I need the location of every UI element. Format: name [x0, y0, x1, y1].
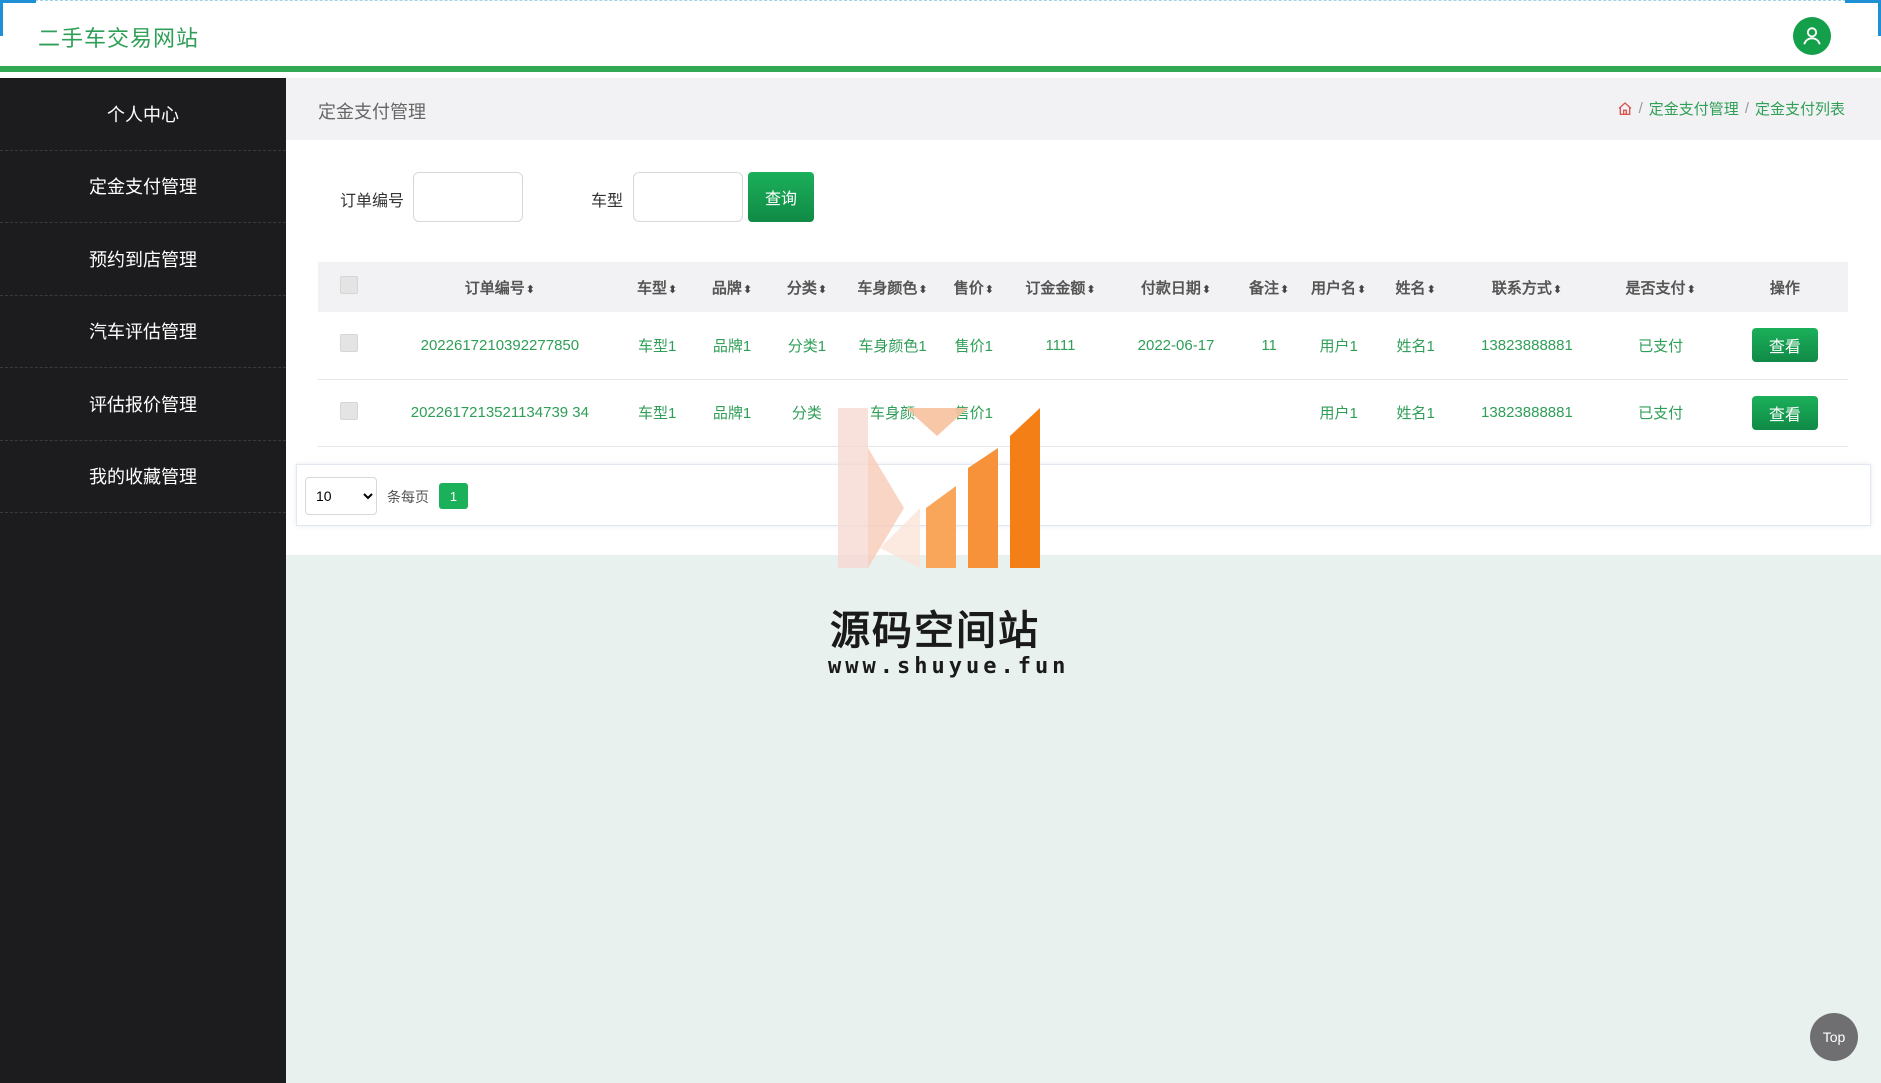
page-number-button[interactable]: 1 — [439, 483, 468, 509]
cell-name: 姓名1 — [1396, 337, 1435, 355]
cell-brand: 品牌1 — [712, 337, 752, 355]
cell-deposit — [1007, 379, 1114, 446]
header-order-no[interactable]: 订单编号⬍ — [380, 262, 620, 312]
header-username[interactable]: 用户名⬍ — [1300, 262, 1377, 312]
sort-icon[interactable]: ⬍ — [1357, 284, 1366, 296]
header-price[interactable]: 售价⬍ — [941, 262, 1007, 312]
header-paid[interactable]: 是否支付⬍ — [1600, 262, 1722, 312]
sidebar-item-deposit-payment[interactable]: 定金支付管理 — [0, 151, 286, 223]
header-name[interactable]: 姓名⬍ — [1377, 262, 1454, 312]
sort-icon[interactable]: ⬍ — [818, 284, 827, 296]
per-page-label: 条每页 — [387, 489, 429, 505]
sort-icon[interactable]: ⬍ — [918, 284, 927, 296]
cell-phone: 13823888881 — [1481, 404, 1573, 421]
cell-order-no: 2022617213521134739 34 — [410, 404, 589, 421]
sort-icon[interactable]: ⬍ — [1202, 284, 1211, 296]
cell-model: 车型1 — [637, 337, 677, 355]
breadcrumb-separator: / — [1744, 100, 1749, 117]
frame-corner-top-right — [1845, 0, 1881, 36]
row-checkbox[interactable] — [340, 334, 359, 353]
deposit-table: 订单编号⬍ 车型⬍ 品牌⬍ 分类⬍ 车身颜色⬍ 售价⬍ 订金金额⬍ 付款日期⬍ … — [318, 262, 1848, 447]
cell-category: 分类1 — [787, 337, 827, 355]
cell-model: 车型1 — [637, 405, 677, 422]
sort-icon[interactable]: ⬍ — [1427, 284, 1436, 296]
sort-icon[interactable]: ⬍ — [743, 284, 752, 296]
cell-name: 姓名1 — [1396, 405, 1435, 422]
order-number-input[interactable] — [413, 172, 523, 222]
home-icon[interactable] — [1617, 101, 1633, 117]
cell-note — [1238, 379, 1300, 446]
sort-icon[interactable]: ⬍ — [1687, 284, 1696, 296]
sidebar: 个人中心 定金支付管理 预约到店管理 汽车评估管理 评估报价管理 我的收藏管理 — [0, 78, 286, 1083]
user-icon[interactable] — [1793, 17, 1831, 55]
frame-corner-top-left — [0, 0, 36, 36]
header-model[interactable]: 车型⬍ — [620, 262, 695, 312]
breadcrumb-item-deposit-management[interactable]: 定金支付管理 — [1649, 98, 1739, 119]
cell-price: 售价1 — [954, 405, 993, 422]
breadcrumb-item-deposit-list[interactable]: 定金支付列表 — [1755, 98, 1845, 119]
cell-category: 分类 — [791, 405, 822, 422]
sidebar-item-favorites[interactable]: 我的收藏管理 — [0, 441, 286, 513]
order-number-label: 订单编号 — [340, 193, 405, 210]
cell-note: 11 — [1261, 336, 1277, 354]
cell-price: 售价1 — [954, 337, 993, 355]
cell-paid: 已支付 — [1638, 405, 1684, 422]
car-model-input[interactable] — [633, 172, 743, 222]
cell-order-no: 2022617210392277850 — [420, 336, 580, 354]
cell-phone: 13823888881 — [1481, 336, 1573, 354]
sidebar-item-personal-center[interactable]: 个人中心 — [0, 78, 286, 151]
site-title: 二手车交易网站 — [38, 26, 200, 51]
sort-icon[interactable]: ⬍ — [985, 284, 994, 296]
table-row: 2022617213521134739 34 车型1 品牌1 分类 车身颜 售价… — [318, 379, 1848, 446]
sort-icon[interactable]: ⬍ — [1553, 284, 1562, 296]
search-form: 订单编号 车型 查询 — [286, 172, 1286, 222]
sidebar-item-car-evaluation[interactable]: 汽车评估管理 — [0, 296, 286, 368]
breadcrumb-separator: / — [1638, 100, 1643, 117]
sidebar-item-quote[interactable]: 评估报价管理 — [0, 368, 286, 441]
sidebar-item-appointment[interactable]: 预约到店管理 — [0, 223, 286, 296]
header-brand[interactable]: 品牌⬍ — [695, 262, 770, 312]
sort-icon[interactable]: ⬍ — [526, 284, 535, 296]
header-action: 操作 — [1769, 279, 1800, 297]
back-to-top-button[interactable]: Top — [1810, 1013, 1858, 1061]
table-row: 2022617210392277850 车型1 品牌1 分类1 车身颜色1 售价… — [318, 312, 1848, 379]
page-title: 定金支付管理 — [318, 102, 426, 122]
cell-paid: 已支付 — [1638, 337, 1684, 355]
main-content: 定金支付管理 / 定金支付管理 / 定金支付列表 订单编号 车型 查询 订单编号… — [286, 78, 1881, 1083]
sort-icon[interactable]: ⬍ — [1280, 284, 1289, 296]
view-button[interactable]: 查看 — [1751, 395, 1818, 430]
view-button[interactable]: 查看 — [1751, 328, 1818, 363]
pagination: 10 条每页 1 — [296, 464, 1871, 526]
car-model-label: 车型 — [591, 193, 624, 210]
header-phone[interactable]: 联系方式⬍ — [1454, 262, 1600, 312]
sort-icon[interactable]: ⬍ — [1086, 284, 1095, 296]
cell-brand: 品牌1 — [712, 405, 752, 422]
select-all-checkbox[interactable] — [340, 276, 359, 294]
cell-color: 车身颜 — [870, 405, 916, 422]
sort-icon[interactable]: ⬍ — [668, 284, 677, 296]
header-deposit[interactable]: 订金金额⬍ — [1007, 262, 1114, 312]
page-size-select[interactable]: 10 — [305, 477, 377, 515]
header-category[interactable]: 分类⬍ — [769, 262, 844, 312]
breadcrumb-bar: 定金支付管理 / 定金支付管理 / 定金支付列表 — [286, 78, 1881, 140]
header-note[interactable]: 备注⬍ — [1238, 262, 1300, 312]
header-date[interactable]: 付款日期⬍ — [1114, 262, 1238, 312]
cell-username: 用户1 — [1319, 337, 1358, 355]
top-header: 二手车交易网站 — [0, 0, 1881, 72]
cell-username: 用户1 — [1319, 405, 1358, 422]
header-color[interactable]: 车身颜色⬍ — [844, 262, 940, 312]
cell-deposit: 1111 — [1045, 336, 1076, 354]
row-checkbox[interactable] — [340, 401, 359, 420]
table-header-row: 订单编号⬍ 车型⬍ 品牌⬍ 分类⬍ 车身颜色⬍ 售价⬍ 订金金额⬍ 付款日期⬍ … — [318, 262, 1848, 312]
header-select-all[interactable] — [318, 262, 380, 312]
cell-date: 2022-06-17 — [1137, 336, 1215, 354]
cell-color: 车身颜色1 — [858, 337, 927, 355]
cell-date — [1114, 379, 1238, 446]
query-button[interactable]: 查询 — [748, 172, 814, 222]
breadcrumb: / 定金支付管理 / 定金支付列表 — [1617, 98, 1845, 119]
